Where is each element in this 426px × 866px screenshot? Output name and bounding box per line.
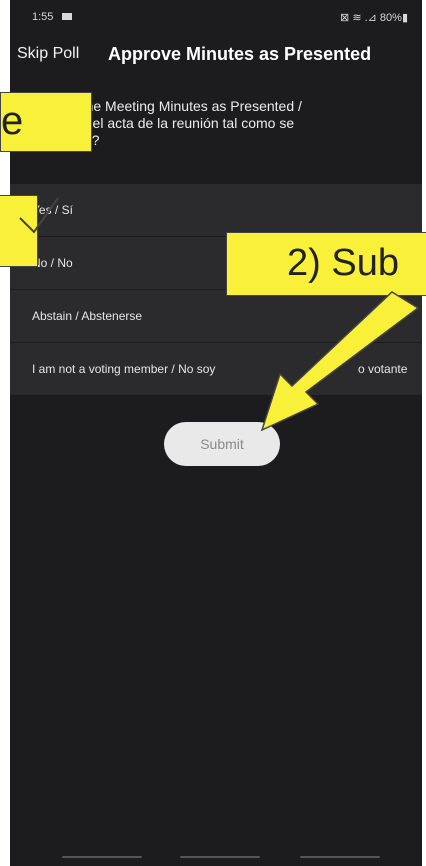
skip-poll-button[interactable]: Skip Poll: [17, 45, 79, 63]
submit-button[interactable]: Submit: [164, 422, 280, 466]
nav-recent-icon[interactable]: [300, 856, 380, 858]
nav-back-icon[interactable]: [62, 856, 142, 858]
poll-question: e the Meeting Minutes as Presented / r e…: [70, 98, 410, 149]
option-label: Abstain / Abstenerse: [32, 309, 143, 323]
status-icons: ⊠ ≋ .⊿ 80%▮: [340, 12, 408, 24]
option-abstain[interactable]: Abstain / Abstenerse: [10, 290, 422, 343]
annotation-callout-2-text: 2) Sub: [287, 242, 399, 284]
option-label: Yes / Sí: [32, 203, 73, 217]
question-line: r el acta de la reunión tal como se: [84, 115, 295, 131]
option-not-voting-member[interactable]: I am not a voting member / No soy o vota…: [10, 343, 422, 396]
option-label: I am not a voting member / No soy: [32, 362, 216, 376]
navigation-bar: [10, 856, 422, 862]
poll-header: Skip Poll Approve Minutes as Presented: [10, 36, 422, 76]
video-call-icon: [62, 13, 72, 20]
annotation-callout-2: 2) Sub: [226, 232, 426, 296]
option-label-tail: o votante: [358, 362, 408, 376]
option-label: No / No: [32, 256, 73, 270]
nav-home-icon[interactable]: [180, 856, 260, 858]
status-bar: 1:55 ⊠ ≋ .⊿ 80%▮: [10, 0, 422, 36]
annotation-callout-1: e: [0, 92, 92, 152]
status-time: 1:55: [32, 11, 54, 23]
option-yes[interactable]: Yes / Sí: [10, 184, 422, 237]
annotation-callout-1-text: e: [1, 99, 24, 143]
annotation-callout-1-tail: [0, 195, 38, 267]
question-line: e the Meeting Minutes as Presented /: [70, 98, 302, 114]
poll-title: Approve Minutes as Presented: [108, 44, 372, 64]
question-line: ó?: [70, 132, 410, 149]
